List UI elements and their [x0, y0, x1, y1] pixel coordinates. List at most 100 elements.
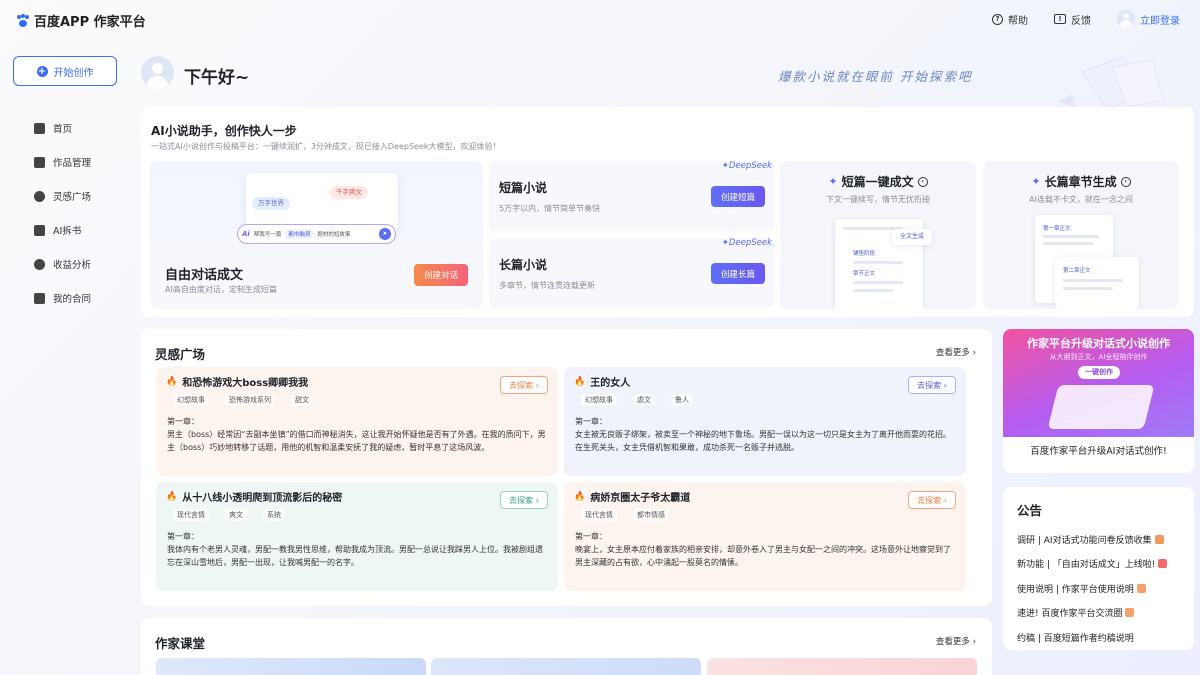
ai-mark-icon: Ai [242, 230, 250, 238]
slogan-text: 爆款小说就在眼前 开始探索吧 [778, 69, 973, 84]
story-excerpt: 第一章： 我体内有个老男人灵魂，男配一教我男性思维，帮助我成为顶流。男配一总说让… [167, 532, 543, 567]
notice-item[interactable]: 速进! 百度作家平台交流圈 [1017, 601, 1167, 626]
story-card[interactable]: 🔥 王的女人 幻想故事 虐文 鲁人 第一章： 女主被无良贩子绑架，被卖至一个神秘… [564, 367, 966, 476]
chapter-card[interactable]: ✦ 长篇章节生成 › AI连载不卡文，就在一念之间 第一章正文 第二章正文 [983, 161, 1179, 309]
course-card[interactable] [156, 658, 426, 675]
home-icon [34, 122, 45, 134]
feedback-label: 反馈 [1071, 15, 1091, 27]
story-card[interactable]: 🔥 和恐怖游戏大boss卿卿我我 幻想故事 恐怖游戏系列 甜文 第一章： 男主（… [156, 367, 558, 476]
brand-logo[interactable]: 百度APP 作家平台 [16, 11, 146, 30]
explore-button[interactable]: 去探索 › [500, 376, 548, 394]
story-excerpt: 第一章： 男主（boss）经常因“去副本坐镇”的借口而神秘消失，这让我开始怀疑他… [167, 417, 546, 452]
sidebar-item-label: AI拆书 [53, 226, 82, 237]
deepseek-badge: ✦DeepSeek [721, 161, 772, 171]
sparkle-icon: ✦ [1031, 175, 1041, 188]
notice-item[interactable]: 调研 | AI对话式功能问卷反馈收集 [1017, 527, 1167, 552]
story-title-row: 🔥 从十八线小透明爬到顶流影后的秘密 [166, 489, 342, 505]
sidebar-nav: 首页 作品管理 灵感广场 AI拆书 收益分析 我的合同 [34, 111, 91, 315]
start-create-button[interactable]: + 开始创作 [13, 56, 117, 86]
story-tags: 幻想故事 虐文 鲁人 [581, 394, 693, 406]
story-tag: 虐文 [633, 394, 655, 406]
help-label: 帮助 [1008, 15, 1028, 27]
one-click-subtitle: 下文一键续写，情节无忧衔接 [826, 195, 930, 204]
story-title-row: 🔥 病娇京圈太子爷太霸道 [574, 489, 691, 505]
login-link[interactable]: 立即登录 [1117, 10, 1180, 28]
mock-pill-short: 千字爽文 [330, 186, 368, 199]
create-long-button[interactable]: 创建长篇 [711, 263, 765, 284]
arrow-right-circle-icon: › [1120, 176, 1131, 187]
greeting-text: 下午好~ [184, 68, 250, 88]
story-title: 病娇京圈太子爷太霸道 [590, 493, 691, 504]
feedback-link[interactable]: ! 反馈 [1054, 12, 1091, 27]
story-title: 王的女人 [590, 378, 631, 389]
ai-panel-title: AI小说助手，创作快人一步 [151, 124, 297, 138]
notice-item[interactable]: 约稿 | 百度短篇作者约稿说明 [1017, 625, 1167, 650]
chapter-title: 长篇章节生成 [1044, 175, 1117, 189]
story-tag: 鲁人 [671, 394, 693, 406]
promo-image: 作家平台升级对话式小说创作 从大纲到正文，AI全程陪伴创作 一键创作 [1003, 329, 1194, 437]
create-short-button[interactable]: 创建短篇 [711, 186, 765, 207]
story-title-row: 🔥 和恐怖游戏大boss卿卿我我 [166, 374, 309, 390]
inspiration-panel: 灵感广场 查看更多 › 🔥 和恐怖游戏大boss卿卿我我 幻想故事 恐怖游戏系列… [141, 329, 992, 606]
notice-text: 使用说明 | 作家平台使用说明 [1017, 584, 1134, 595]
feedback-icon: ! [1054, 14, 1066, 24]
help-link[interactable]: ? 帮助 [992, 12, 1028, 27]
sidebar-item-works[interactable]: 作品管理 [34, 145, 91, 179]
story-tags: 现代言情 都市情感 [581, 509, 669, 521]
story-tag: 恐怖游戏系列 [225, 394, 275, 406]
sidebar-item-inspiration[interactable]: 灵感广场 [34, 179, 91, 213]
story-title: 和恐怖游戏大boss卿卿我我 [182, 378, 309, 389]
deepseek-badge: ✦DeepSeek [721, 238, 772, 248]
sidebar-item-income[interactable]: 收益分析 [34, 247, 91, 281]
ai-book-icon [34, 224, 45, 236]
free-dialog-card[interactable]: 万字世界 千字爽文 Ai 帮我写一篇 都市脑洞 题材的短故事 ➤ 自由对话成文 … [150, 161, 483, 309]
paper-decoration-icon [1057, 56, 1165, 111]
sidebar-item-home[interactable]: 首页 [34, 111, 91, 145]
sidebar-item-label: 收益分析 [53, 260, 92, 271]
promo-subtitle: 从大纲到正文，AI全程陪伴创作 [1049, 353, 1148, 361]
short-novel-card[interactable]: ✦DeepSeek 短篇小说 5万字以内，情节简单节奏快 创建短篇 [489, 161, 774, 231]
story-tag: 甜文 [291, 394, 313, 406]
notice-title: 公告 [1017, 503, 1043, 518]
course-card[interactable] [707, 658, 977, 675]
promo-caption: 百度作家平台升级AI对话式创作! [1030, 446, 1167, 457]
notice-item[interactable]: 新功能 | 「自由对话成文」上线啦! [1017, 552, 1168, 577]
story-tag: 现代言情 [581, 509, 617, 521]
notice-item[interactable]: 使用说明 | 作家平台使用说明 [1017, 576, 1167, 601]
chapter-title-row: ✦ 长篇章节生成 › [983, 173, 1179, 190]
mock-input-bar: Ai 帮我写一篇 都市脑洞 题材的短故事 ➤ [237, 224, 396, 244]
sparkle-icon: ✦ [828, 175, 838, 188]
course-card[interactable] [431, 658, 701, 675]
explore-button[interactable]: 去探索 › [500, 491, 548, 509]
long-novel-title: 长篇小说 [499, 258, 548, 272]
baidu-paw-icon [16, 13, 30, 28]
doc-tag-b: 第二章正文 [1063, 268, 1091, 274]
mock-input-prefix: 帮我写一篇 [253, 232, 282, 238]
sidebar-item-label: 首页 [53, 124, 73, 135]
user-avatar[interactable] [141, 56, 174, 89]
doc-tag-a: 铺垫阶段 [853, 251, 876, 257]
story-card[interactable]: 🔥 从十八线小透明爬到顶流影后的秘密 现代言情 爽文 系统 第一章： 我体内有个… [156, 482, 558, 591]
one-click-card[interactable]: ✦ 短篇一键成文 › 下文一键续写，情节无忧衔接 铺垫阶段 章节正文 全文生成 [780, 161, 976, 309]
see-more-link[interactable]: 查看更多 › [936, 346, 976, 358]
see-more-link[interactable]: 查看更多 › [936, 635, 976, 647]
sidebar-item-label: 灵感广场 [53, 192, 92, 203]
story-card[interactable]: 🔥 病娇京圈太子爷太霸道 现代言情 都市情感 第一章： 晚宴上，女主原本应付着家… [564, 482, 966, 591]
long-novel-card[interactable]: ✦DeepSeek 长篇小说 多章节，情节连贯连载更新 创建长篇 [489, 238, 774, 308]
create-dialog-button[interactable]: 创建对话 [414, 264, 468, 286]
sidebar-item-label: 我的合同 [53, 294, 92, 305]
explore-button[interactable]: 去探索 › [908, 376, 956, 394]
story-tags: 幻想故事 恐怖游戏系列 甜文 [173, 394, 313, 406]
story-tag: 现代言情 [173, 509, 209, 521]
story-tag: 都市情感 [633, 509, 669, 521]
promo-create-button[interactable]: 一键创作 [1078, 366, 1120, 379]
sidebar-item-contract[interactable]: 我的合同 [34, 281, 91, 315]
explore-button[interactable]: 去探索 › [908, 491, 956, 509]
sidebar-item-ai-book[interactable]: AI拆书 [34, 213, 91, 247]
start-create-label: 开始创作 [53, 67, 94, 79]
mock-input-suffix: 题材的短故事 [317, 232, 351, 238]
fire-icon: 🔥 [166, 491, 178, 502]
free-dialog-subtitle: AI高自由度对话，定制生成短篇 [165, 285, 277, 294]
promo-banner[interactable]: 作家平台升级对话式小说创作 从大纲到正文，AI全程陪伴创作 一键创作 百度作家平… [1003, 329, 1194, 473]
login-label: 立即登录 [1140, 15, 1180, 27]
